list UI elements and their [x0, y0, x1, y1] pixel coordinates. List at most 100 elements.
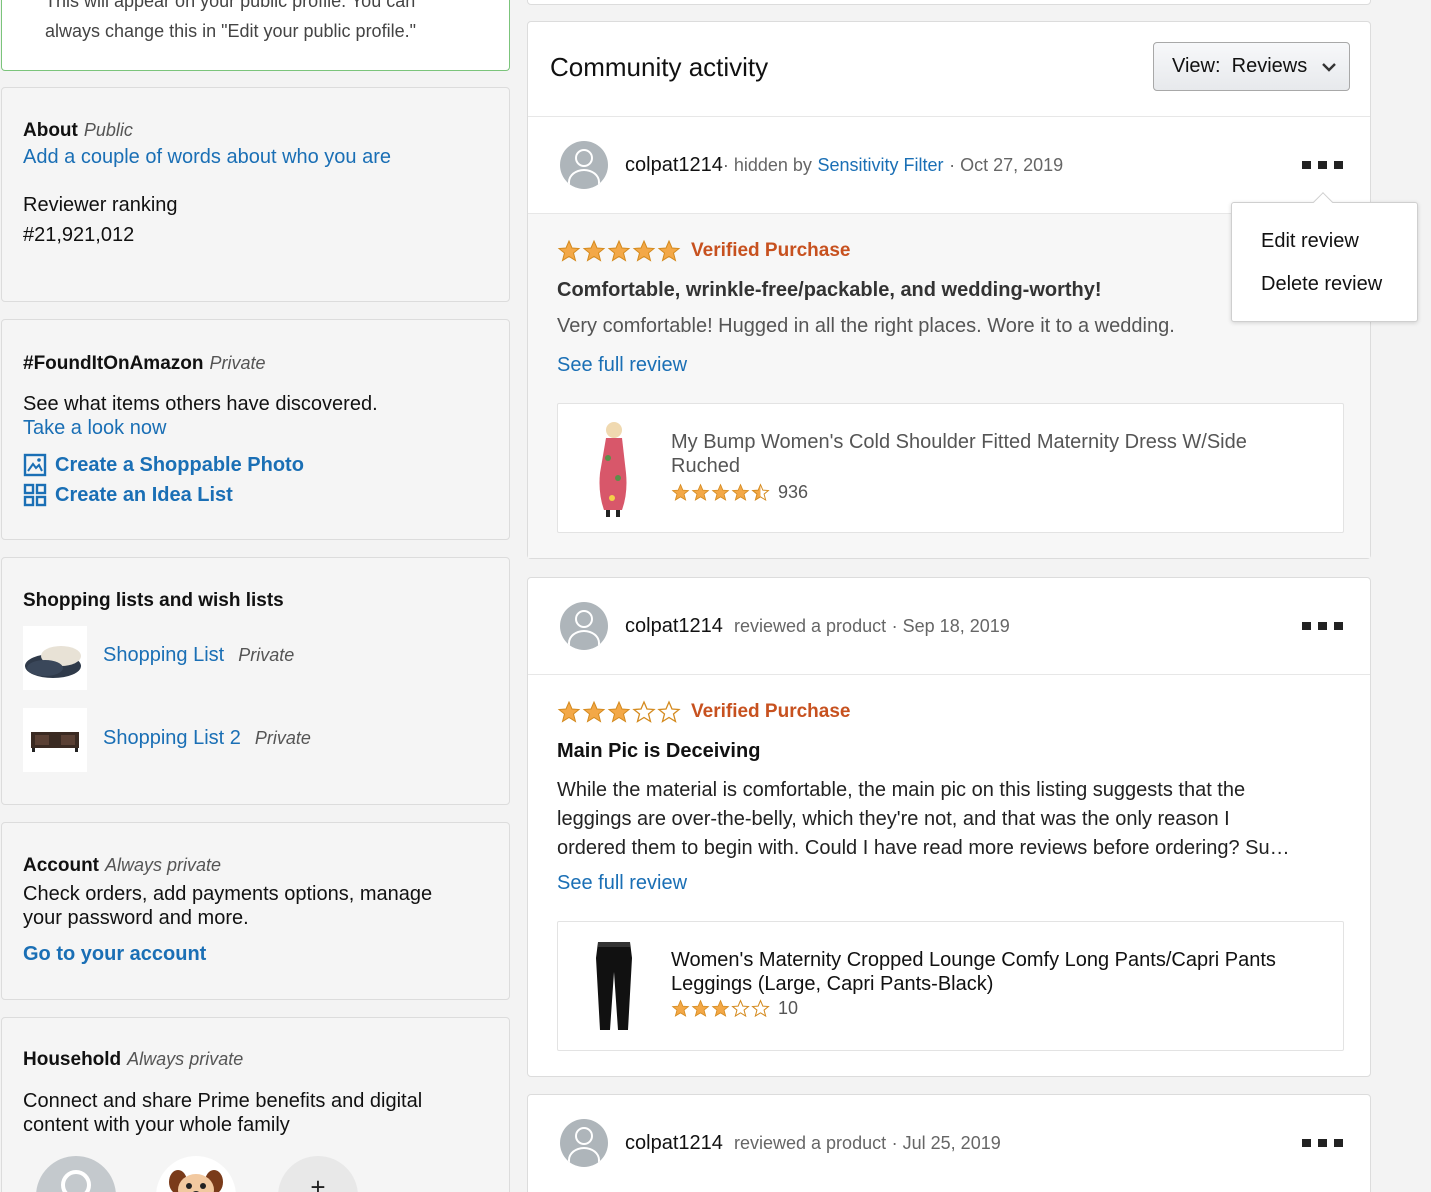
shopping-lists-card: Shopping lists and wish lists Shopping L… — [1, 557, 510, 805]
note-line-1: This will appear on your public profile.… — [45, 0, 416, 11]
shopping-list-2-link[interactable]: Shopping List 2 — [103, 727, 241, 749]
review-3-date: · Jul 25, 2019 — [891, 1133, 1001, 1153]
account-text-2: your password and more. — [23, 907, 249, 929]
review-1-body: Very comfortable! Hugged in all the righ… — [557, 315, 1175, 337]
idea-list-link[interactable]: Create an Idea List — [23, 483, 233, 507]
product-1-stars-icon — [671, 483, 770, 502]
view-dropdown[interactable]: View: Reviews — [1153, 42, 1350, 91]
review-1-title: Comfortable, wrinkle-free/packable, and … — [557, 279, 1102, 301]
sensitivity-filter-link[interactable]: Sensitivity Filter — [818, 155, 944, 175]
avatar[interactable] — [560, 1119, 608, 1167]
review-2-rating: Verified Purchase — [557, 700, 850, 724]
review-2-body-line: ordered them to begin with. Could I have… — [557, 837, 1290, 859]
found-title: #FoundItOnAmazon — [23, 353, 204, 374]
five-star-rating-icon — [557, 239, 681, 263]
add-about-link[interactable]: Add a couple of words about who you are — [23, 146, 391, 169]
household-member-avatar[interactable] — [36, 1156, 116, 1192]
review-1-action: · hidden by — [722, 155, 812, 175]
review-3-action: reviewed a product — [734, 1133, 887, 1153]
review-1-date: · Oct 27, 2019 — [949, 155, 1064, 175]
shopping-list-visibility: Private — [238, 645, 295, 665]
household-pet-avatar[interactable] — [156, 1156, 236, 1192]
three-star-rating-icon — [557, 700, 681, 724]
review-2-header: colpat1214 reviewed a product · Sep 18, … — [625, 615, 1010, 638]
leggings-product-image — [596, 942, 632, 1030]
household-title: Household — [23, 1049, 122, 1070]
review-2-date: · Sep 18, 2019 — [891, 616, 1010, 636]
review-2-user[interactable]: colpat1214 — [625, 615, 723, 637]
about-visibility: Public — [83, 120, 133, 140]
reviewer-ranking-label: Reviewer ranking — [23, 194, 178, 216]
review-actions-menu: Edit review Delete review — [1231, 192, 1418, 322]
avatar[interactable] — [560, 141, 608, 189]
account-text-1: Check orders, add payments options, mana… — [23, 883, 433, 905]
edit-review-menu-item[interactable]: Edit review — [1261, 230, 1359, 253]
review-2-title: Main Pic is Deceiving — [557, 740, 761, 762]
about-card: About Public Add a couple of words about … — [1, 87, 510, 302]
shopping-list-link[interactable]: Shopping List — [103, 644, 224, 666]
delete-review-menu-item[interactable]: Delete review — [1261, 273, 1382, 296]
product-2-name-1: Women's Maternity Cropped Lounge Comfy L… — [671, 949, 1276, 971]
review-3-more-icon[interactable] — [1302, 1133, 1346, 1153]
review-2-body: While the material is comfortable, the m… — [557, 776, 1290, 863]
grid-icon — [23, 483, 47, 507]
community-title: Community activity — [550, 52, 769, 82]
review-2-body-line: While the material is comfortable, the m… — [557, 779, 1246, 801]
review-2-verified: Verified Purchase — [691, 701, 851, 722]
dress-product-image — [599, 422, 627, 517]
found-visibility: Private — [209, 353, 266, 373]
view-label: View: — [1172, 55, 1221, 77]
previous-card-edge — [527, 0, 1371, 5]
review-1-see-full[interactable]: See full review — [557, 354, 687, 377]
found-it-card: #FoundItOnAmazon Private See what items o… — [1, 319, 510, 540]
reviewer-ranking-value: #21,921,012 — [23, 224, 135, 246]
review-2-more-icon[interactable] — [1302, 616, 1346, 636]
review-2-see-full[interactable]: See full review — [557, 872, 687, 895]
chevron-down-icon — [1322, 62, 1337, 72]
photo-icon — [23, 453, 47, 477]
public-profile-note: This will appear on your public profile.… — [1, 0, 510, 71]
plus-icon: + — [310, 1172, 326, 1192]
go-to-account-link[interactable]: Go to your account — [23, 943, 206, 966]
product-2-name-2: Leggings (Large, Capri Pants-Black) — [671, 973, 994, 995]
review-1-user[interactable]: colpat1214 — [625, 154, 723, 176]
slipper-image[interactable] — [23, 626, 87, 690]
review-1-header: colpat1214· hidden by Sensitivity Filter… — [625, 154, 1063, 177]
review-3-card: colpat1214 reviewed a product · Jul 25, … — [527, 1094, 1371, 1192]
product-1-count: 936 — [778, 482, 809, 502]
shoppable-photo-label: Create a Shoppable Photo — [55, 453, 304, 476]
idea-list-label: Create an Idea List — [55, 483, 233, 506]
avatar[interactable] — [560, 602, 608, 650]
household-text-2: content with your whole family — [23, 1114, 290, 1136]
shopping-list-2-visibility: Private — [254, 728, 311, 748]
review-2-card: colpat1214 reviewed a product · Sep 18, … — [527, 577, 1371, 1077]
view-value: Reviews — [1231, 55, 1308, 77]
review-1-verified: Verified Purchase — [691, 240, 851, 261]
review-2-product[interactable]: Women's Maternity Cropped Lounge Comfy L… — [557, 921, 1344, 1051]
review-3-user[interactable]: colpat1214 — [625, 1132, 723, 1154]
take-look-link[interactable]: Take a look now — [23, 417, 166, 440]
product-1-name-2: Ruched — [671, 455, 740, 477]
household-visibility: Always private — [127, 1049, 244, 1069]
account-card: Account Always private Check orders, add … — [1, 822, 510, 1000]
account-visibility: Always private — [105, 855, 222, 875]
product-2-count: 10 — [778, 998, 799, 1018]
review-3-header: colpat1214 reviewed a product · Jul 25, … — [625, 1132, 1001, 1155]
household-text-1: Connect and share Prime benefits and dig… — [23, 1090, 423, 1112]
product-2-stars-icon — [671, 999, 770, 1018]
add-household-member-button[interactable]: + — [278, 1156, 358, 1192]
shoppable-photo-link[interactable]: Create a Shoppable Photo — [23, 453, 304, 477]
product-1-name-1: My Bump Women's Cold Shoulder Fitted Mat… — [671, 431, 1247, 453]
review-2-body-line: leggings are over-the-belly, which they'… — [557, 808, 1230, 830]
note-line-2: always change this in "Edit your public … — [45, 21, 416, 41]
tv-stand-image[interactable] — [23, 708, 87, 772]
household-card: Household Always private Connect and shar… — [1, 1017, 510, 1192]
found-text: See what items others have discovered. — [23, 393, 378, 415]
lists-title: Shopping lists and wish lists — [23, 590, 284, 611]
account-title: Account — [23, 855, 99, 876]
review-1-more-icon[interactable] — [1302, 155, 1346, 175]
review-1-product[interactable]: My Bump Women's Cold Shoulder Fitted Mat… — [557, 403, 1344, 533]
about-title: About — [23, 120, 78, 141]
review-2-action: reviewed a product — [734, 616, 887, 636]
review-1-rating: Verified Purchase — [557, 239, 850, 263]
